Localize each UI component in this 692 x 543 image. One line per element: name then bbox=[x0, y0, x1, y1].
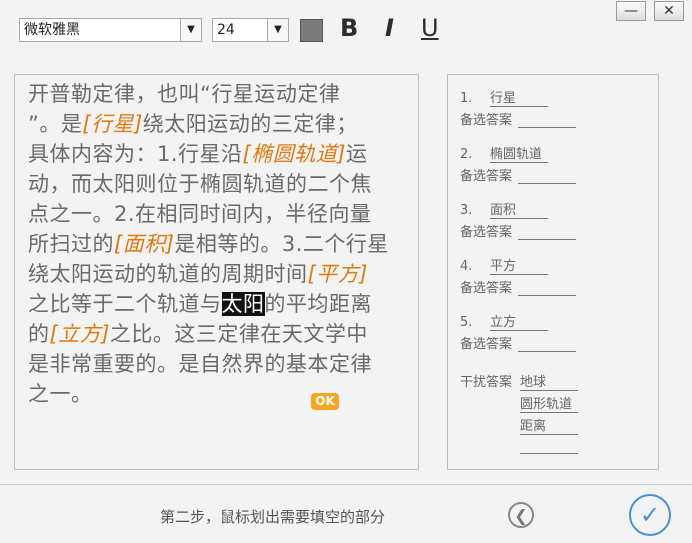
alt-answer-blank[interactable] bbox=[518, 337, 577, 352]
distractor-item[interactable] bbox=[520, 437, 578, 454]
toolbar: 微软雅黑 ▼ 24 ▼ B I U — ✕ bbox=[0, 0, 692, 66]
editor-line: 所扫过的[面积]是相等的。3.二个行星 bbox=[28, 232, 389, 256]
underline-button[interactable]: U bbox=[421, 14, 439, 42]
editor-line: 之比等于二个轨道与太阳的平均距离 bbox=[28, 292, 372, 316]
editor-line: 开普勒定律，也叫“行星运动定律 bbox=[28, 82, 341, 106]
chevron-down-icon[interactable]: ▼ bbox=[180, 19, 201, 41]
alt-answer-label: 备选答案 bbox=[460, 281, 513, 296]
answer-number: 3. bbox=[460, 203, 473, 218]
font-size-select[interactable]: 24 ▼ bbox=[212, 18, 289, 42]
font-family-value: 微软雅黑 bbox=[24, 22, 80, 38]
italic-button[interactable]: I bbox=[385, 14, 394, 42]
editor-line: 的[立方]之比。这三定律在天文学中 bbox=[28, 322, 368, 346]
chevron-down-icon[interactable]: ▼ bbox=[267, 19, 288, 41]
answer-item: 4. 平方 bbox=[460, 255, 548, 275]
answer-text[interactable]: 立方 bbox=[490, 311, 548, 331]
ok-badge[interactable]: OK bbox=[311, 393, 339, 410]
minimize-icon: — bbox=[624, 3, 638, 19]
editor-line: 具体内容为：1.行星沿[椭圆轨道]运 bbox=[28, 142, 368, 166]
answer-panel: 1. 行星 备选答案 2. 椭圆轨道 备选答案 3. 面积 备选答案 4. 平方 备选答案 5. 立方 备选… bbox=[447, 74, 659, 470]
close-icon: ✕ bbox=[663, 3, 675, 19]
answer-number: 2. bbox=[460, 147, 473, 162]
answer-text[interactable]: 行星 bbox=[490, 87, 548, 107]
blank-mark[interactable]: [行星] bbox=[82, 112, 142, 136]
editor-line: 绕太阳运动的轨道的周期时间[平方] bbox=[28, 262, 368, 286]
distractor-item[interactable]: 地球 bbox=[520, 371, 578, 391]
blank-mark[interactable]: [面积] bbox=[114, 232, 174, 256]
check-icon: ✓ bbox=[639, 501, 661, 529]
alt-answer: 备选答案 bbox=[460, 165, 577, 184]
answer-text[interactable]: 平方 bbox=[490, 255, 548, 275]
alt-answer-blank[interactable] bbox=[518, 225, 577, 240]
bold-button[interactable]: B bbox=[340, 14, 358, 42]
chevron-left-icon: ❮ bbox=[514, 505, 528, 525]
blank-mark[interactable]: [椭圆轨道] bbox=[243, 142, 346, 166]
blank-mark[interactable]: [立方] bbox=[50, 322, 110, 346]
close-button[interactable]: ✕ bbox=[654, 1, 684, 21]
alt-answer-blank[interactable] bbox=[518, 169, 577, 184]
answer-text[interactable]: 椭圆轨道 bbox=[490, 143, 548, 163]
back-button[interactable]: ❮ bbox=[508, 502, 534, 528]
alt-answer: 备选答案 bbox=[460, 333, 577, 352]
distractor-item[interactable]: 圆形轨道 bbox=[520, 393, 578, 413]
editor-line: ”。是[行星]绕太阳运动的三定律； bbox=[28, 112, 358, 136]
font-size-value: 24 bbox=[217, 22, 235, 38]
confirm-button[interactable]: ✓ bbox=[629, 494, 671, 536]
alt-answer-label: 备选答案 bbox=[460, 113, 513, 128]
alt-answer-label: 备选答案 bbox=[460, 337, 513, 352]
status-text: 第二步，鼠标划出需要填空的部分 bbox=[160, 508, 386, 526]
alt-answer-blank[interactable] bbox=[518, 281, 577, 296]
alt-answer-blank[interactable] bbox=[518, 113, 577, 128]
distractor-item[interactable]: 距离 bbox=[520, 415, 578, 435]
alt-answer-label: 备选答案 bbox=[460, 225, 513, 240]
editor-line: 是非常重要的。是自然界的基本定律 bbox=[28, 352, 372, 376]
distractor-label: 干扰答案 bbox=[460, 375, 513, 390]
editor-line: 点之一。2.在相同时间内，半径向量 bbox=[28, 202, 372, 226]
blank-mark[interactable]: [平方] bbox=[308, 262, 368, 286]
alt-answer: 备选答案 bbox=[460, 109, 577, 128]
editor-line: 之一。 bbox=[28, 382, 93, 406]
selected-text[interactable]: 太阳 bbox=[221, 292, 265, 316]
font-color-swatch[interactable] bbox=[300, 19, 323, 42]
alt-answer: 备选答案 bbox=[460, 221, 577, 240]
answer-item: 1. 行星 bbox=[460, 87, 548, 107]
minimize-button[interactable]: — bbox=[616, 1, 646, 21]
answer-item: 3. 面积 bbox=[460, 199, 548, 219]
answer-number: 4. bbox=[460, 259, 473, 274]
editor-line: 动，而太阳则位于椭圆轨道的二个焦 bbox=[28, 172, 372, 196]
text-editor[interactable]: 开普勒定律，也叫“行星运动定律 ”。是[行星]绕太阳运动的三定律； 具体内容为：… bbox=[14, 74, 419, 470]
answer-number: 1. bbox=[460, 91, 473, 106]
answer-item: 2. 椭圆轨道 bbox=[460, 143, 548, 163]
answer-item: 5. 立方 bbox=[460, 311, 548, 331]
answer-number: 5. bbox=[460, 315, 473, 330]
alt-answer-label: 备选答案 bbox=[460, 169, 513, 184]
divider bbox=[0, 484, 692, 485]
alt-answer: 备选答案 bbox=[460, 277, 577, 296]
answer-text[interactable]: 面积 bbox=[490, 199, 548, 219]
font-family-select[interactable]: 微软雅黑 ▼ bbox=[19, 18, 202, 42]
